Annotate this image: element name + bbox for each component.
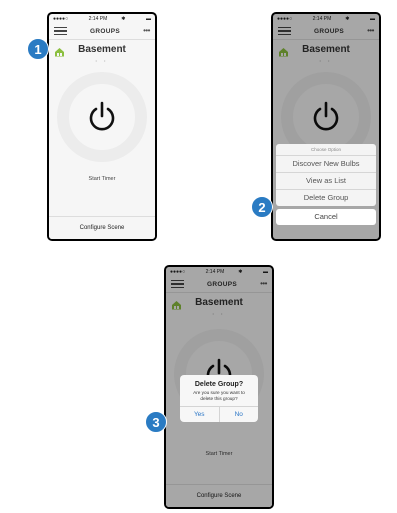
phone-screen-2: ●●●●○ 2:14 PM ✱ ▬ GROUPS ••• Basement • •…: [271, 12, 381, 241]
nav-title: GROUPS: [90, 27, 121, 35]
step-badge-3: 3: [145, 411, 167, 433]
step-badge-1: 1: [27, 38, 49, 60]
hamburger-icon[interactable]: [54, 26, 67, 36]
alert-title: Delete Group?: [194, 381, 244, 388]
alert-message: Are you sure you want to delete this gro…: [193, 390, 245, 401]
status-time: 2:14 PM: [88, 15, 108, 22]
screen-1: ●●●●○ 2:14 PM ✱ ▬ GROUPS ••• Basement • •…: [49, 14, 155, 239]
screen-2: ●●●●○ 2:14 PM ✱ ▬ GROUPS ••• Basement • •…: [273, 14, 379, 239]
action-sheet-header: Choose Option: [276, 144, 376, 156]
more-dots-icon[interactable]: •••: [143, 27, 150, 35]
group-name: Basement: [78, 43, 126, 55]
bluetooth-icon: ✱: [121, 15, 126, 22]
screen-3: ●●●●○ 2:14 PM ✱ ▬ GROUPS ••• Basement • •…: [166, 267, 272, 507]
yes-button[interactable]: Yes: [180, 407, 220, 422]
phone-screen-3: ●●●●○ 2:14 PM ✱ ▬ GROUPS ••• Basement • •…: [164, 265, 274, 509]
delete-group-button[interactable]: Delete Group: [276, 190, 376, 206]
status-bar: ●●●●○ 2:14 PM ✱ ▬: [49, 14, 155, 23]
start-timer-button[interactable]: Start Timer: [49, 176, 155, 182]
step-badge-2: 2: [251, 196, 273, 218]
discover-new-bulbs-button[interactable]: Discover New Bulbs: [276, 156, 376, 173]
alert-buttons: Yes No: [180, 406, 258, 422]
page-indicator: • •: [95, 58, 109, 63]
action-sheet: Choose Option Discover New Bulbs View as…: [276, 144, 376, 225]
group-row: Basement: [49, 40, 155, 58]
delete-group-alert: Delete Group? Are you sure you want to d…: [180, 375, 258, 422]
view-as-list-button[interactable]: View as List: [276, 173, 376, 190]
nav-bar: GROUPS •••: [49, 23, 155, 40]
carrier-signal: ●●●●○: [53, 15, 69, 22]
configure-scene-button[interactable]: Configure Scene: [49, 216, 155, 239]
phone-screen-1: ●●●●○ 2:14 PM ✱ ▬ GROUPS ••• Basement • •…: [47, 12, 157, 241]
no-button[interactable]: No: [220, 407, 259, 422]
cancel-button[interactable]: Cancel: [276, 209, 376, 225]
battery-icon: ▬: [146, 15, 151, 22]
power-icon[interactable]: [87, 101, 117, 133]
power-ring[interactable]: [57, 72, 147, 162]
action-sheet-options: Choose Option Discover New Bulbs View as…: [276, 144, 376, 206]
